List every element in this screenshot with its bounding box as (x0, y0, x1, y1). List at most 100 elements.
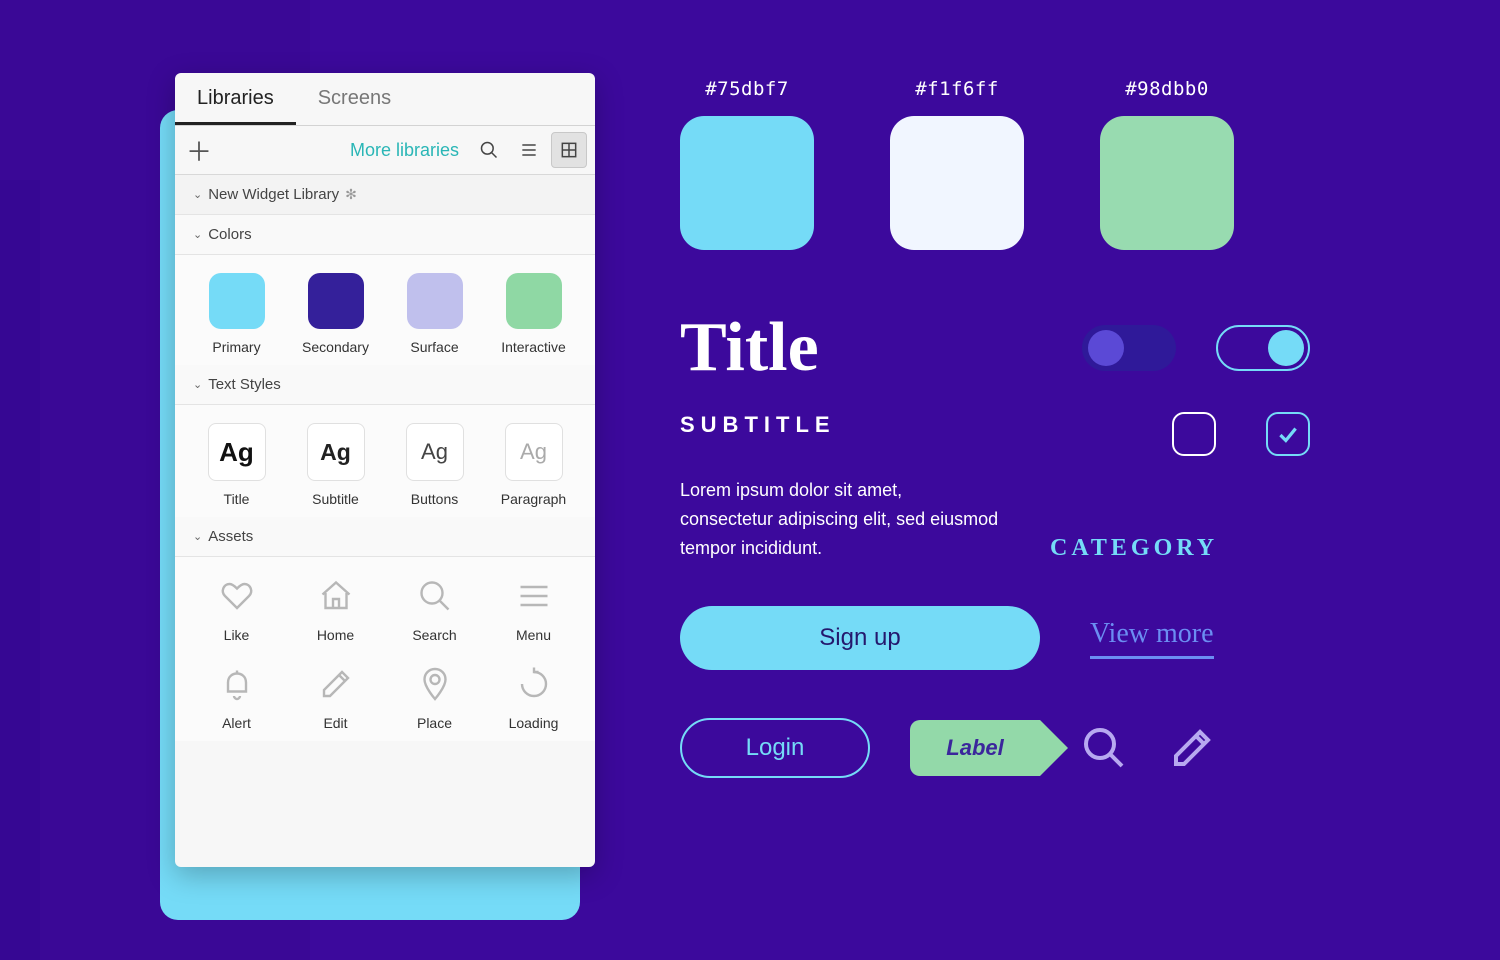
chevron-down-icon: ⌄ (193, 188, 202, 201)
panel-tabs: Libraries Screens (175, 73, 595, 126)
textstyle-label: Paragraph (501, 491, 566, 507)
title-row: Title (680, 308, 1310, 388)
ag-subtitle: Ag (320, 439, 351, 466)
pin-icon (414, 663, 456, 705)
loading-icon (513, 663, 555, 705)
color-surface[interactable]: Surface (393, 273, 476, 355)
color-primary[interactable]: Primary (195, 273, 278, 355)
asset-home[interactable]: Home (294, 575, 377, 643)
swatch-hex: #98dbb0 (1100, 78, 1234, 100)
toolbar-grid-button[interactable] (551, 132, 587, 168)
heart-icon (216, 575, 258, 617)
library-header[interactable]: ⌄ New Widget Library ✻ (175, 175, 595, 215)
category-sample: CATEGORY (1050, 535, 1218, 562)
bg-decor-stripe-dark (0, 180, 40, 960)
check-icon (1275, 421, 1301, 447)
asset-label: Search (412, 627, 456, 643)
signup-button[interactable]: Sign up (680, 606, 1040, 670)
chevron-down-icon: ⌄ (193, 228, 202, 241)
checkbox-checked[interactable] (1266, 412, 1310, 456)
toolbar-list-button[interactable] (511, 132, 547, 168)
section-colors-body: Primary Secondary Surface Interactive (175, 255, 595, 365)
chevron-down-icon: ⌄ (193, 378, 202, 391)
search-icon (414, 575, 456, 617)
big-swatch-3[interactable] (1100, 116, 1234, 250)
paragraph-row: Lorem ipsum dolor sit amet, consectetur … (680, 476, 1310, 562)
gear-icon[interactable]: ✻ (345, 186, 357, 203)
tab-screens[interactable]: Screens (296, 73, 413, 125)
color-interactive[interactable]: Interactive (492, 273, 575, 355)
color-secondary[interactable]: Secondary (294, 273, 377, 355)
swatch-hex: #f1f6ff (890, 78, 1024, 100)
asset-like[interactable]: Like (195, 575, 278, 643)
textstyle-subtitle[interactable]: Ag Subtitle (294, 423, 377, 507)
search-icon[interactable] (1080, 724, 1128, 772)
swatch-primary (209, 273, 265, 329)
swatch-hex: #75dbf7 (680, 78, 814, 100)
section-textstyles-title: Text Styles (208, 376, 281, 393)
swatch-col-2: #f1f6ff (890, 78, 1024, 250)
big-swatch-2[interactable] (890, 116, 1024, 250)
asset-search[interactable]: Search (393, 575, 476, 643)
ag-title: Ag (219, 437, 254, 468)
textstyle-title[interactable]: Ag Title (195, 423, 278, 507)
swatch-col-1: #75dbf7 (680, 78, 814, 250)
big-swatch-1[interactable] (680, 116, 814, 250)
asset-label: Like (224, 627, 250, 643)
add-library-button[interactable]: ＋ (183, 134, 215, 166)
swatch-row: #75dbf7 #f1f6ff #98dbb0 (680, 78, 1310, 250)
asset-menu[interactable]: Menu (492, 575, 575, 643)
swatch-label: Surface (410, 339, 458, 355)
home-icon (315, 575, 357, 617)
bottom-row: Login Label (680, 718, 1310, 778)
showcase: #75dbf7 #f1f6ff #98dbb0 Title SUBTITLE L… (680, 78, 1310, 778)
grid-icon (559, 140, 579, 160)
section-colors-header[interactable]: ⌄ Colors (175, 215, 595, 255)
label-tag[interactable]: Label (910, 720, 1040, 776)
asset-label: Place (417, 715, 452, 731)
viewmore-link[interactable]: View more (1090, 618, 1214, 659)
textstyle-buttons[interactable]: Ag Buttons (393, 423, 476, 507)
asset-label: Edit (323, 715, 347, 731)
section-textstyles-header[interactable]: ⌄ Text Styles (175, 365, 595, 405)
section-colors-title: Colors (208, 226, 251, 243)
swatch-secondary (308, 273, 364, 329)
checkbox-unchecked[interactable] (1172, 412, 1216, 456)
asset-place[interactable]: Place (393, 663, 476, 731)
tab-libraries[interactable]: Libraries (175, 73, 296, 125)
textstyle-label: Title (224, 491, 250, 507)
section-assets-title: Assets (208, 528, 253, 545)
ag-paragraph: Ag (520, 439, 547, 465)
section-assets-header[interactable]: ⌄ Assets (175, 517, 595, 557)
panel-toolbar: ＋ More libraries (175, 126, 595, 175)
swatch-interactive (506, 273, 562, 329)
toggle-off[interactable] (1082, 325, 1176, 371)
more-libraries-link[interactable]: More libraries (219, 140, 467, 161)
login-button[interactable]: Login (680, 718, 870, 778)
toggle-knob (1268, 330, 1304, 366)
textstyle-paragraph[interactable]: Ag Paragraph (492, 423, 575, 507)
asset-label: Home (317, 627, 354, 643)
asset-loading[interactable]: Loading (492, 663, 575, 731)
toolbar-search-button[interactable] (471, 132, 507, 168)
list-icon (519, 140, 539, 160)
toggle-on[interactable] (1216, 325, 1310, 371)
chevron-down-icon: ⌄ (193, 530, 202, 543)
library-name: New Widget Library (208, 186, 339, 203)
textstyle-label: Subtitle (312, 491, 359, 507)
asset-label: Menu (516, 627, 551, 643)
swatch-label: Primary (212, 339, 260, 355)
asset-edit[interactable]: Edit (294, 663, 377, 731)
asset-label: Alert (222, 715, 251, 731)
ag-buttons: Ag (421, 439, 448, 465)
paragraph-sample: Lorem ipsum dolor sit amet, consectetur … (680, 476, 1000, 562)
toggle-knob (1088, 330, 1124, 366)
pencil-icon[interactable] (1168, 724, 1216, 772)
swatch-label: Secondary (302, 339, 369, 355)
section-assets-body: Like Home Search Menu Alert Edit (175, 557, 595, 741)
bell-icon (216, 663, 258, 705)
title-sample: Title (680, 308, 819, 388)
asset-alert[interactable]: Alert (195, 663, 278, 731)
button-row: Sign up View more (680, 606, 1310, 670)
pencil-icon (315, 663, 357, 705)
